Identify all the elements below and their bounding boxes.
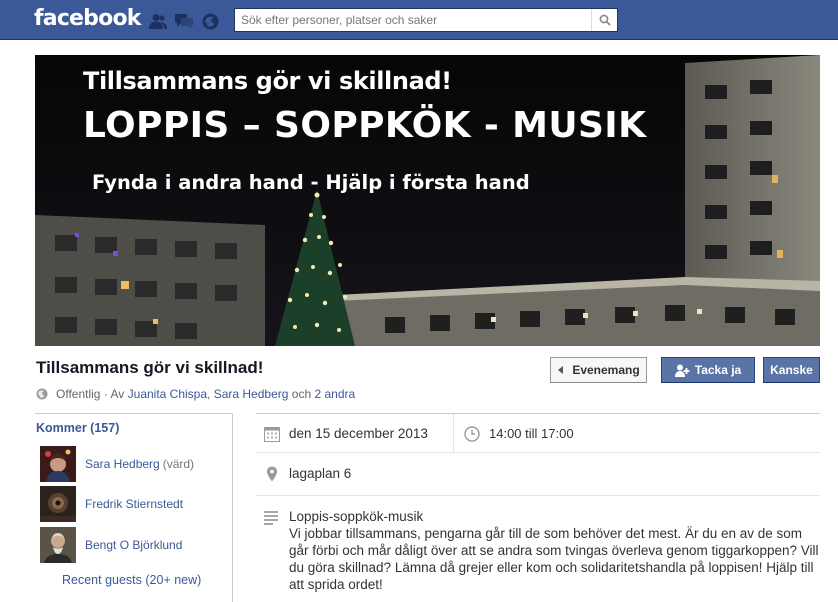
- guest-name: Fredrik Stiernstedt: [85, 497, 184, 511]
- guest-item[interactable]: Sara Hedberg (värd): [40, 446, 230, 482]
- events-button[interactable]: Evenemang: [550, 357, 647, 383]
- join-button-label: Tacka ja: [694, 363, 742, 377]
- guest-item[interactable]: Bengt O Björklund: [40, 527, 230, 563]
- messages-icon[interactable]: [174, 11, 194, 31]
- jewel-bar: [148, 11, 220, 31]
- cover-photo[interactable]: Tillsammans gör vi skillnad! LOPPIS – SO…: [35, 55, 820, 346]
- cover-headline: Tillsammans gör vi skillnad!: [83, 67, 452, 95]
- others-link[interactable]: 2 andra: [314, 387, 355, 401]
- guest-item[interactable]: Fredrik Stiernstedt: [40, 486, 230, 522]
- description-row: Loppis-soppkök-musik Vi jobbar tillsamma…: [256, 496, 820, 602]
- events-button-label: Evenemang: [572, 363, 640, 377]
- event-meta: Offentlig · Av Juanita Chispa, Sara Hedb…: [36, 387, 355, 401]
- search-box: [234, 8, 618, 32]
- cover-background-image: [35, 55, 820, 346]
- search-icon: [599, 14, 611, 26]
- clock-icon: [464, 426, 480, 442]
- host-link-sara[interactable]: Sara Hedberg: [214, 387, 289, 401]
- maybe-button-label: Kanske: [770, 363, 813, 377]
- going-count-link[interactable]: Kommer (157): [36, 421, 119, 435]
- avatar: [40, 486, 76, 522]
- guest-panel: Kommer (157) Sara Hedberg (värd) Fredrik…: [35, 413, 233, 602]
- calendar-icon: [264, 427, 280, 442]
- event-details: den 15 december 2013 14:00 till 17:00 la…: [256, 413, 820, 592]
- description-lines-icon: [264, 511, 278, 525]
- maybe-button[interactable]: Kanske: [763, 357, 820, 383]
- friend-requests-icon[interactable]: [148, 11, 168, 31]
- event-location: lagaplan 6: [289, 466, 352, 481]
- and-word: och: [291, 387, 312, 401]
- guest-role: (värd): [162, 457, 195, 471]
- cover-subtitle: Fynda i andra hand - Hjälp i första hand: [92, 171, 530, 194]
- join-button[interactable]: Tacka ja: [661, 357, 755, 383]
- map-pin-icon: [267, 466, 277, 482]
- privacy-label: Offentlig: [56, 387, 101, 401]
- divider: [453, 414, 454, 453]
- by-prefix: · Av: [103, 387, 125, 401]
- guest-name: Sara Hedberg: [85, 457, 160, 471]
- search-button[interactable]: [591, 9, 617, 31]
- notifications-icon[interactable]: [200, 11, 220, 31]
- description-body: Vi jobbar tillsammans, pengarna går till…: [289, 526, 819, 592]
- globe-icon: [36, 388, 48, 400]
- recent-guests-link[interactable]: Recent guests (20+ new): [62, 573, 201, 587]
- host-link-juanita[interactable]: Juanita Chispa: [128, 387, 207, 401]
- cover-title: LOPPIS – SOPPKÖK - MUSIK: [83, 105, 647, 146]
- guest-name: Bengt O Björklund: [85, 538, 183, 552]
- location-row: lagaplan 6: [256, 453, 820, 496]
- date-time-row: den 15 december 2013 14:00 till 17:00: [256, 414, 820, 453]
- add-person-icon: [674, 364, 690, 377]
- top-bar: facebook: [0, 0, 838, 40]
- facebook-logo[interactable]: facebook: [34, 6, 141, 31]
- avatar: [40, 527, 76, 563]
- event-title: Tillsammans gör vi skillnad!: [36, 358, 264, 377]
- event-date[interactable]: den 15 december 2013: [289, 426, 428, 441]
- event-time: 14:00 till 17:00: [489, 426, 574, 441]
- avatar: [40, 446, 76, 482]
- description-title: Loppis-soppkök-musik: [289, 509, 424, 524]
- search-input[interactable]: [235, 9, 591, 31]
- caret-left-icon: [558, 366, 564, 374]
